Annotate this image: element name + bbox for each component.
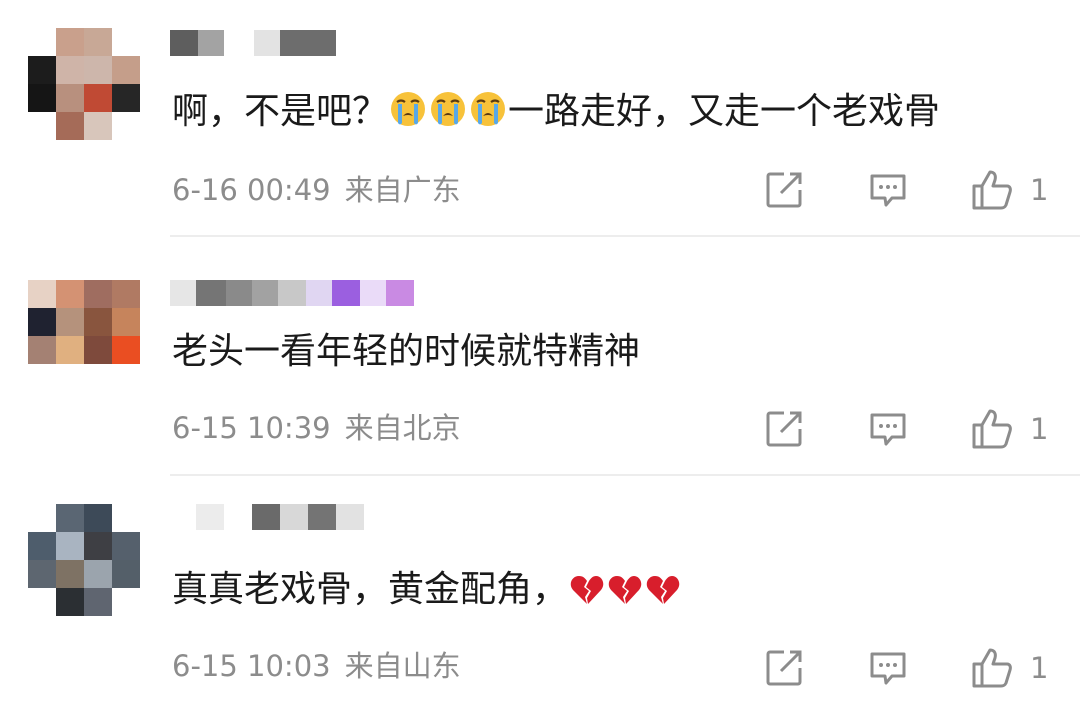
comment-icon <box>868 409 908 449</box>
like-button[interactable]: 1 <box>970 407 1048 451</box>
crying-face-emoji <box>389 89 427 142</box>
comment-button[interactable] <box>868 168 908 212</box>
action-bar: 1 <box>0 407 1080 451</box>
comment-button[interactable] <box>868 646 908 690</box>
username-mosaic[interactable] <box>170 280 414 306</box>
avatar[interactable] <box>28 504 140 616</box>
action-bar: 1 <box>0 646 1080 690</box>
crying-face-emoji <box>469 89 507 142</box>
comment-button[interactable] <box>868 407 908 451</box>
comment-text-part: 啊，不是吧？ <box>172 91 389 132</box>
username-mosaic[interactable] <box>170 504 364 530</box>
like-count: 1 <box>1030 412 1049 446</box>
divider <box>170 474 1080 476</box>
comment-text: 老头一看年轻的时候就特精神 <box>172 328 640 376</box>
avatar[interactable] <box>28 280 140 392</box>
like-button[interactable]: 1 <box>970 646 1048 690</box>
like-icon <box>970 646 1014 690</box>
comment-text-part: 一路走好，又走一个老戏骨 <box>508 91 941 132</box>
repost-button[interactable] <box>764 407 804 451</box>
broken-heart-emoji <box>569 572 605 620</box>
like-icon <box>970 168 1014 212</box>
emoji-group <box>568 569 682 610</box>
comment-icon <box>868 648 908 688</box>
repost-button[interactable] <box>764 646 804 690</box>
comment-text-part: 老头一看年轻的时候就特精神 <box>172 331 641 372</box>
like-button[interactable]: 1 <box>970 168 1048 212</box>
broken-heart-emoji <box>645 572 681 620</box>
like-count: 1 <box>1030 651 1049 685</box>
comment-text: 啊，不是吧？ 一路走好，又走一个老戏骨 <box>172 88 940 142</box>
like-count: 1 <box>1030 173 1049 207</box>
like-icon <box>970 407 1014 451</box>
emoji-group <box>388 91 508 132</box>
repost-icon <box>764 170 804 210</box>
comment-icon <box>868 170 908 210</box>
username-mosaic[interactable] <box>170 30 336 56</box>
crying-face-emoji <box>429 89 467 142</box>
action-bar: 1 <box>0 168 1080 212</box>
comment-text-part: 真真老戏骨，黄金配角， <box>172 569 569 610</box>
repost-icon <box>764 409 804 449</box>
broken-heart-emoji <box>607 572 643 620</box>
comment-text: 真真老戏骨，黄金配角， <box>172 566 682 620</box>
avatar[interactable] <box>28 28 140 140</box>
divider <box>170 235 1080 237</box>
repost-button[interactable] <box>764 168 804 212</box>
repost-icon <box>764 648 804 688</box>
